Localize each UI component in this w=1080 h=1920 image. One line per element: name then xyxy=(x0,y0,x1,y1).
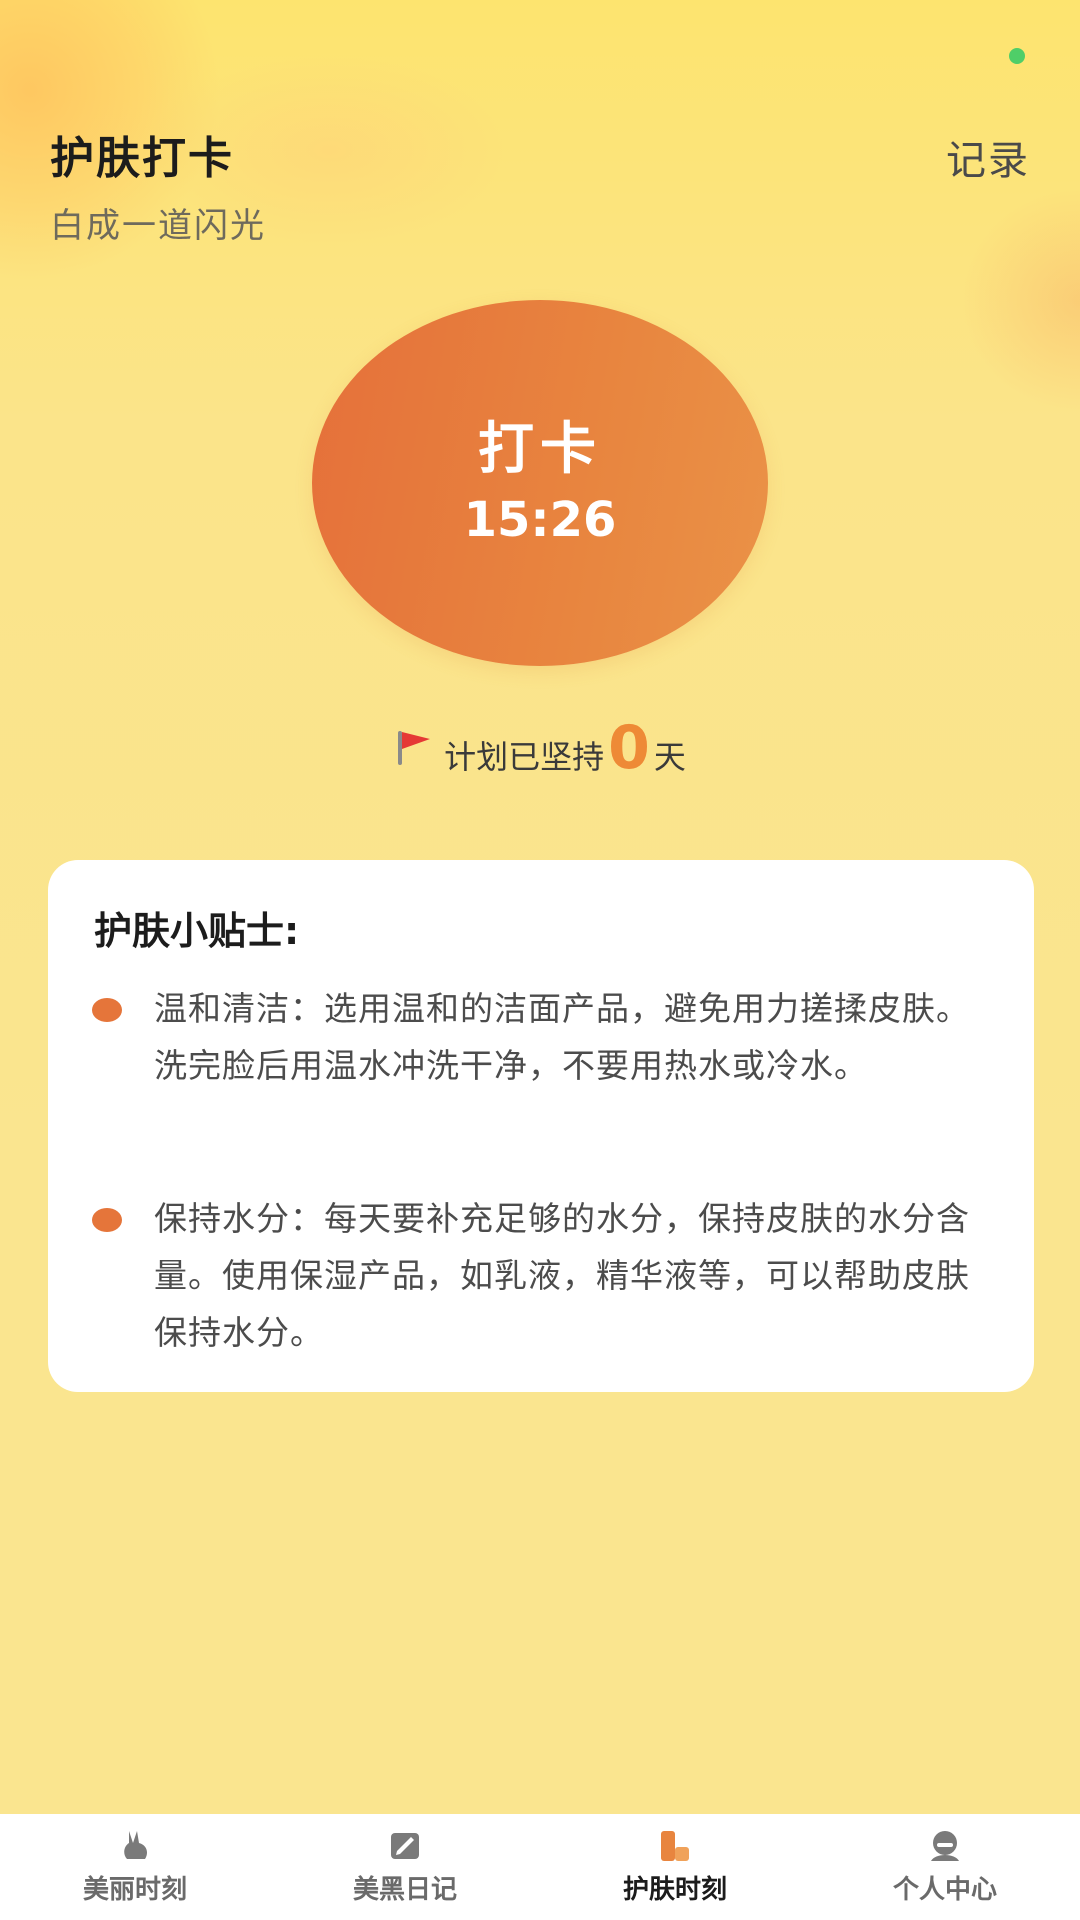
tab-personal-center[interactable]: 个人中心 xyxy=(810,1814,1080,1920)
red-flag-icon xyxy=(398,731,431,765)
tip-bullet-icon xyxy=(92,998,122,1022)
streak-prefix: 计划已坚持 xyxy=(444,738,605,776)
checkin-button[interactable]: 打卡 15:26 xyxy=(312,300,768,666)
tip-item: 温和清洁：选用温和的洁面产品，避免用力搓揉皮肤。洗完脸后用温水冲洗干净，不要用热… xyxy=(154,989,970,1085)
tip-item: 保持水分：每天要补充足够的水分，保持皮肤的水分含量。使用保湿产品，如乳液，精华液… xyxy=(154,1199,970,1352)
tips-title: 护肤小贴士: xyxy=(94,909,300,953)
tab-tanning-diary[interactable]: 美黑日记 xyxy=(270,1814,540,1920)
tip-bullet-icon xyxy=(92,1208,122,1232)
page-title: 护肤打卡 xyxy=(50,133,234,184)
tips-card: 护肤小贴士: 温和清洁：选用温和的洁面产品，避免用力搓揉皮肤。洗完脸后用温水冲洗… xyxy=(48,860,1034,1392)
streak-count: 0 xyxy=(608,713,650,783)
tab-label: 美丽时刻 xyxy=(82,1874,187,1905)
tab-label: 个人中心 xyxy=(892,1874,997,1905)
bottle-icon xyxy=(661,1830,689,1861)
rabbit-icon xyxy=(124,1830,147,1859)
record-link[interactable]: 记录 xyxy=(946,128,1030,186)
tab-label: 美黑日记 xyxy=(352,1874,457,1905)
checkin-time: 15:26 xyxy=(463,492,617,548)
notebook-icon xyxy=(391,1832,419,1859)
status-dot xyxy=(1009,48,1025,64)
page-subtitle: 白成一道闪光 xyxy=(50,206,266,246)
tab-beauty-moments[interactable]: 美丽时刻 xyxy=(0,1814,270,1920)
checkin-label: 打卡 xyxy=(478,417,602,482)
streak-suffix: 天 xyxy=(653,738,686,776)
tab-label: 护肤时刻 xyxy=(622,1874,727,1905)
streak-info: 计划已坚持 0 天 xyxy=(0,718,1080,778)
tab-skincare-moments[interactable]: 护肤时刻 xyxy=(540,1814,810,1920)
person-icon xyxy=(931,1830,959,1861)
bottom-tab-bar: 美丽时刻 美黑日记 护肤时刻 个人中心 xyxy=(0,1814,1080,1920)
